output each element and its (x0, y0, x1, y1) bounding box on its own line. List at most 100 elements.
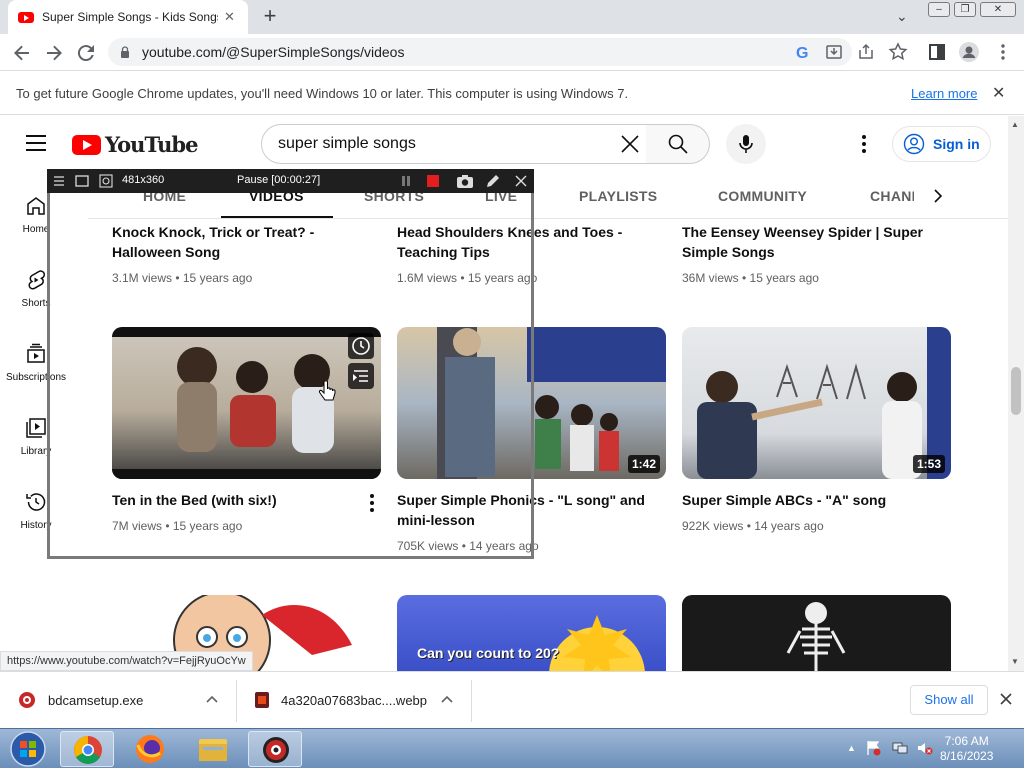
learn-more-link[interactable]: Learn more (911, 86, 977, 101)
tray-network-icon[interactable] (892, 740, 908, 756)
side-panel-icon[interactable] (926, 41, 948, 63)
bandicam-close-icon[interactable] (514, 174, 528, 188)
status-bubble: https://www.youtube.com/watch?v=FejjRyuO… (0, 651, 253, 671)
google-lens-icon[interactable]: G (792, 41, 814, 63)
video-duration: 1:42 (627, 455, 660, 473)
video-meta: 922K views • 14 years ago (682, 519, 824, 533)
clear-search-icon[interactable] (618, 132, 642, 156)
video-title[interactable]: Super Simple ABCs - "A" song (682, 490, 942, 510)
video-meta: 36M views • 15 years ago (682, 271, 819, 285)
url-text: youtube.com/@SuperSimpleSongs/videos (142, 44, 405, 60)
video-title[interactable]: The Eensey Weensey Spider | Super Simple… (682, 222, 942, 262)
tab-community[interactable]: COMMUNITY (718, 188, 807, 204)
taskbar-clock[interactable]: 7:06 AM 8/16/2023 (940, 734, 993, 764)
bandicam-search-window-icon[interactable] (99, 174, 113, 188)
bandicam-stop-record-icon[interactable] (426, 174, 440, 188)
windows-start-button[interactable] (4, 730, 52, 768)
browser-tab[interactable]: Super Simple Songs - Kids Songs ✕ (8, 0, 248, 34)
lock-icon (121, 46, 129, 58)
sign-in-label: Sign in (933, 136, 980, 152)
thumbnail-caption: Can you count to 20? (417, 645, 560, 661)
download-divider (236, 680, 237, 722)
hand-cursor-icon (318, 381, 336, 403)
video-thumbnail[interactable]: 1:53 (682, 327, 951, 479)
new-tab-button[interactable]: + (258, 5, 282, 29)
youtube-logo[interactable]: YouTube (72, 132, 198, 157)
tab-close-icon[interactable]: ✕ (224, 9, 235, 25)
bandicam-file-icon (18, 691, 36, 709)
history-icon (26, 493, 46, 511)
chrome-menu-icon[interactable] (992, 41, 1014, 63)
clock-date: 8/16/2023 (940, 749, 994, 763)
tray-expand-icon[interactable]: ▲ (847, 743, 856, 753)
scroll-up-arrow-icon[interactable]: ▲ (1011, 120, 1019, 129)
address-bar[interactable]: youtube.com/@SuperSimpleSongs/videos (108, 38, 852, 66)
bookmark-star-icon[interactable] (887, 41, 909, 63)
download-divider (471, 680, 472, 722)
bandicam-size: 481x360 (122, 174, 165, 186)
show-all-downloads-button[interactable]: Show all (910, 685, 988, 715)
settings-kebab-icon[interactable] (856, 134, 872, 154)
bandicam-pause-icon[interactable] (399, 174, 413, 188)
download-item-name[interactable]: 4a320a07683bac....webp (281, 693, 427, 708)
microphone-icon (739, 135, 753, 153)
video-thumbnail[interactable]: Can you count to 20? (397, 595, 666, 671)
windows-taskbar: ▲ 7:06 AM 8/16/2023 (0, 728, 1024, 768)
install-app-icon[interactable] (823, 41, 845, 63)
reload-icon[interactable] (74, 41, 98, 65)
download-shelf-close-icon[interactable] (999, 692, 1013, 706)
search-icon (668, 134, 688, 154)
download-shelf: bdcamsetup.exe 4a320a07683bac....webp (0, 671, 1024, 728)
forward-arrow-icon[interactable] (42, 41, 66, 65)
home-icon (27, 197, 45, 215)
tabs-next-chevron-icon[interactable] (930, 188, 946, 204)
tab-search-chevron-icon[interactable]: ⌄ (896, 8, 908, 25)
scroll-down-arrow-icon[interactable]: ▼ (1011, 657, 1019, 666)
account-circle-icon (903, 133, 925, 155)
voice-search-button[interactable] (726, 124, 766, 164)
download-item-name[interactable]: bdcamsetup.exe (48, 693, 143, 708)
svg-text:G: G (796, 45, 808, 62)
bandicam-camera-icon[interactable] (456, 173, 474, 189)
tray-flag-icon[interactable] (866, 740, 882, 756)
restore-button[interactable]: ❐ (954, 2, 976, 17)
bandicam-fullscreen-icon[interactable] (75, 174, 89, 188)
search-input-value: super simple songs (278, 135, 416, 152)
close-window-button[interactable]: ✕ (980, 2, 1016, 17)
search-button[interactable] (646, 124, 710, 164)
video-duration: 1:53 (912, 455, 945, 473)
bandicam-status: Pause [00:00:27] (237, 174, 321, 186)
taskbar-firefox-icon[interactable] (123, 731, 177, 767)
tab-title: Super Simple Songs - Kids Songs (42, 10, 218, 24)
youtube-logo-text: YouTube (105, 132, 198, 157)
download-chevron-up-icon[interactable] (440, 694, 454, 704)
bandicam-pencil-icon[interactable] (485, 173, 501, 189)
search-input[interactable]: super simple songs (261, 124, 647, 164)
taskbar-chrome-icon[interactable] (60, 731, 114, 767)
scrollbar-thumb[interactable] (1011, 367, 1021, 415)
shorts-icon (28, 270, 46, 290)
youtube-play-logo-icon (72, 134, 101, 155)
download-chevron-up-icon[interactable] (205, 694, 219, 704)
minimize-button[interactable]: – (928, 2, 950, 17)
back-arrow-icon[interactable] (10, 41, 34, 65)
tab-playlists[interactable]: PLAYLISTS (579, 188, 657, 204)
clock-time: 7:06 AM (944, 734, 989, 748)
bandicam-menu-icon[interactable] (53, 175, 65, 187)
profile-avatar-icon[interactable] (958, 41, 980, 63)
video-thumbnail[interactable] (682, 595, 951, 671)
taskbar-bandicam-icon[interactable] (248, 731, 302, 767)
tray-volume-muted-icon[interactable] (917, 740, 933, 756)
infobar-close-icon[interactable]: ✕ (992, 83, 1005, 103)
library-icon (26, 418, 46, 438)
sign-in-button[interactable]: Sign in (892, 126, 991, 162)
taskbar-explorer-icon[interactable] (186, 731, 240, 767)
rail-label-home: Home (22, 224, 50, 235)
tab-channels[interactable]: CHANNELS (870, 188, 914, 204)
subscriptions-icon (27, 343, 45, 363)
webp-file-icon (254, 691, 270, 709)
share-icon[interactable] (855, 41, 877, 63)
bandicam-toolbar[interactable]: 481x360 Pause [00:00:27] (47, 169, 534, 193)
bandicam-capture-frame (47, 193, 534, 559)
guide-menu-icon[interactable] (26, 135, 46, 151)
